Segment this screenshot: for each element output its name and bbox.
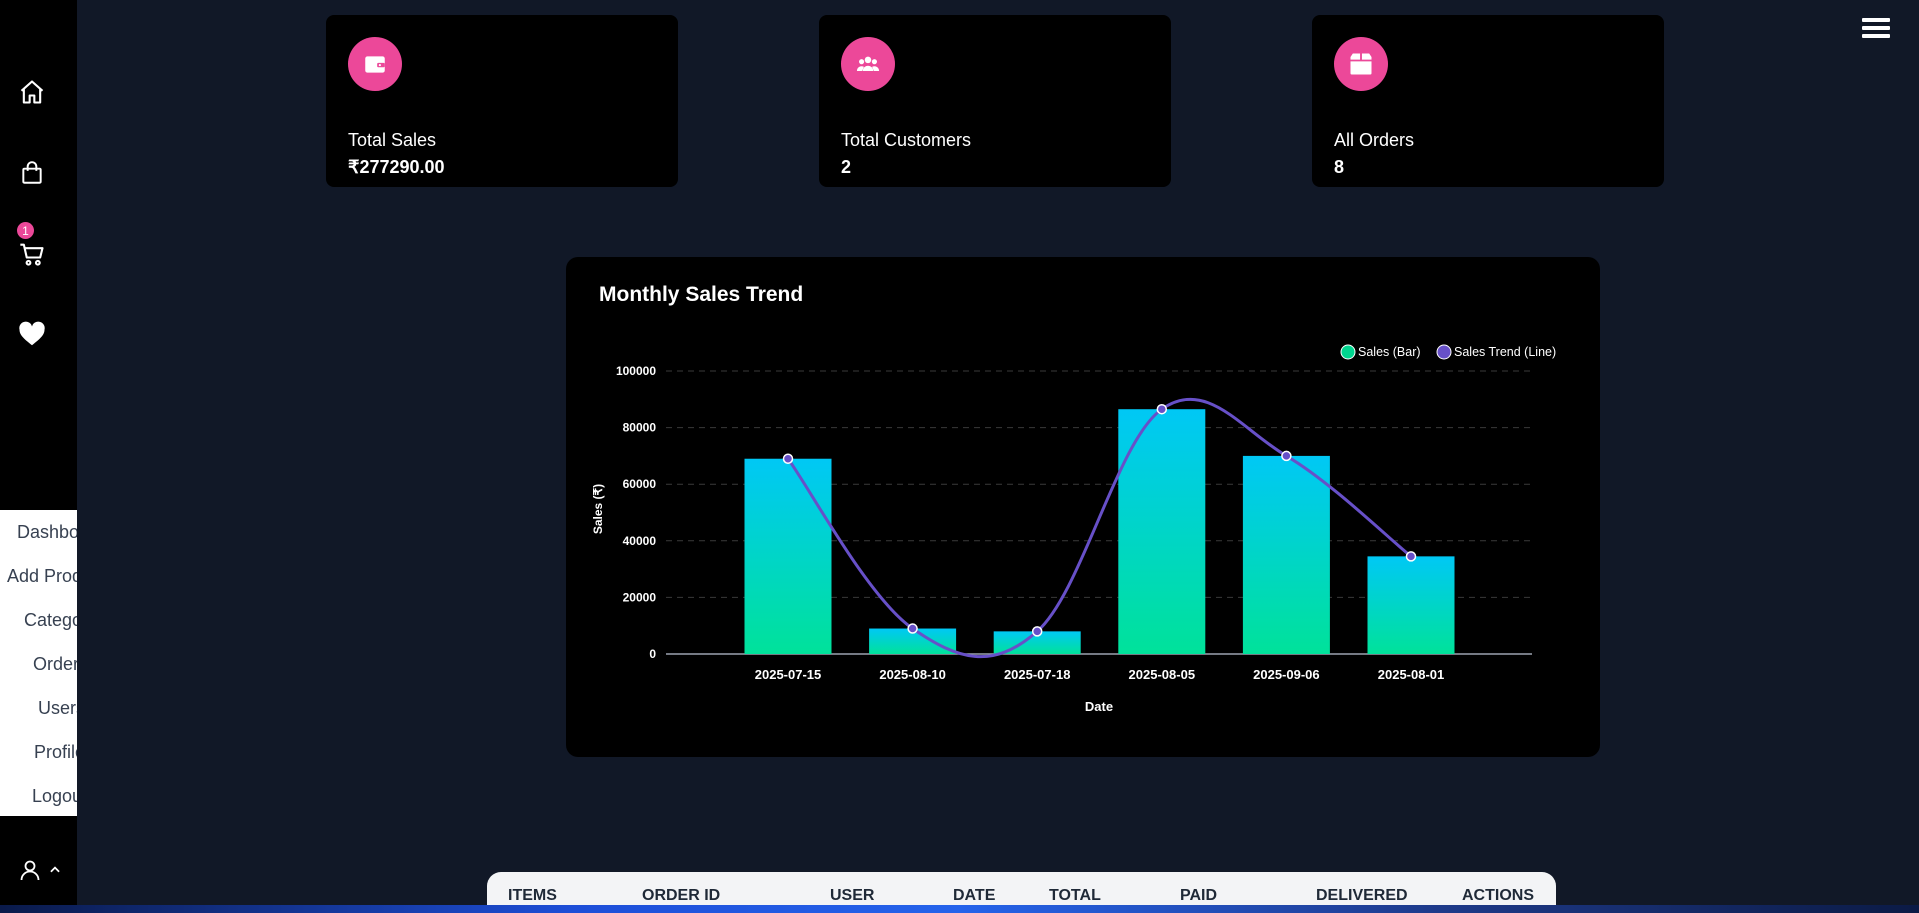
- card-label: Total Sales: [348, 130, 437, 150]
- trend-point-2025-07-15: [782, 453, 794, 464]
- cart-icon[interactable]: [14, 236, 50, 272]
- sidebar-item-orders[interactable]: Orders: [0, 642, 77, 686]
- wallet-icon: [348, 37, 402, 91]
- x-tick-label: 2025-07-18: [1004, 667, 1070, 682]
- sidebar-item-category[interactable]: Category: [0, 598, 77, 642]
- y-tick-label: 100000: [616, 364, 656, 378]
- y-tick-label: 20000: [623, 590, 657, 604]
- trend-point-2025-08-10: [907, 623, 918, 634]
- y-tick-label: 40000: [623, 534, 657, 548]
- x-axis-title: Date: [1085, 699, 1113, 714]
- x-tick-label: 2025-07-15: [755, 667, 822, 682]
- sidebar-item-profile[interactable]: Profile: [0, 730, 77, 774]
- col-user: USER: [830, 887, 875, 904]
- chevron-up-icon: [48, 863, 62, 882]
- col-paid: PAID: [1180, 887, 1218, 904]
- bar-2025-08-01: [1367, 556, 1455, 654]
- legend-swatch: [1436, 344, 1452, 360]
- shopping-bag-icon[interactable]: [14, 155, 50, 191]
- all-orders-card: All Orders 8: [1312, 15, 1664, 187]
- bar-2025-09-06: [1242, 455, 1330, 654]
- legend-label: Sales Trend (Line): [1454, 345, 1556, 359]
- y-axis-title: Sales (₹): [591, 484, 605, 534]
- trend-point-2025-08-05: [1156, 403, 1168, 415]
- trend-point-2025-08-01: [1405, 551, 1417, 562]
- y-tick-label: 60000: [623, 477, 657, 491]
- chart-bars: [744, 409, 1455, 654]
- legend-swatch: [1340, 344, 1356, 360]
- card-label: Total Customers: [841, 130, 972, 150]
- sales-chart: 0 20000 40000 60000 80000 100000 2025-07-15 202…: [591, 344, 1556, 714]
- heart-icon[interactable]: [14, 316, 50, 352]
- sidebar-item-logout[interactable]: Logout: [0, 774, 77, 816]
- user-menu-toggle[interactable]: [18, 858, 62, 887]
- col-actions: ACTIONS: [1462, 887, 1534, 904]
- trend-point-2025-09-06: [1281, 450, 1292, 462]
- card-label: All Orders: [1334, 130, 1415, 150]
- sidebar-menu: Dashboard Add Product Category Orders Us…: [0, 510, 77, 816]
- col-delivered: DELIVERED: [1316, 887, 1408, 904]
- trend-point-2025-07-18: [1031, 626, 1043, 637]
- col-order-id: ORDER ID: [642, 887, 721, 904]
- col-total: TOTAL: [1049, 887, 1101, 904]
- x-tick-label: 2025-08-05: [1129, 667, 1196, 682]
- y-tick-label: 0: [649, 647, 656, 661]
- chart-legend[interactable]: Sales (Bar) Sales Trend (Line): [1340, 344, 1556, 360]
- users-icon: [841, 37, 895, 91]
- legend-label: Sales (Bar): [1358, 345, 1421, 359]
- card-value: 8: [1334, 157, 1345, 177]
- card-value: ₹277290.00: [348, 157, 445, 177]
- sidebar-item-add-product[interactable]: Add Product: [0, 554, 77, 598]
- y-tick-label: 80000: [623, 421, 657, 435]
- total-sales-card: Total Sales ₹277290.00: [326, 15, 678, 187]
- x-tick-label: 2025-08-10: [879, 667, 946, 682]
- bar-2025-07-15: [744, 458, 832, 654]
- col-items: ITEMS: [508, 887, 557, 904]
- card-value: 2: [841, 157, 852, 177]
- hamburger-menu-icon[interactable]: [1862, 18, 1890, 42]
- home-icon[interactable]: [14, 74, 50, 110]
- total-customers-card: Total Customers 2: [819, 15, 1171, 187]
- sidebar: 1 Dashboard Add Product Category Orders …: [0, 0, 77, 905]
- box-icon: [1334, 37, 1388, 91]
- x-tick-label: 2025-09-06: [1253, 667, 1320, 682]
- sidebar-item-dashboard[interactable]: Dashboard: [0, 510, 77, 554]
- os-taskbar: [0, 905, 1919, 913]
- x-tick-label: 2025-08-01: [1378, 667, 1445, 682]
- user-icon: [18, 858, 42, 887]
- sales-chart-card: Monthly Sales Trend 0 20000 40000 60000 8000…: [566, 257, 1600, 757]
- col-date: DATE: [953, 887, 996, 904]
- sidebar-item-users[interactable]: Users: [0, 686, 77, 730]
